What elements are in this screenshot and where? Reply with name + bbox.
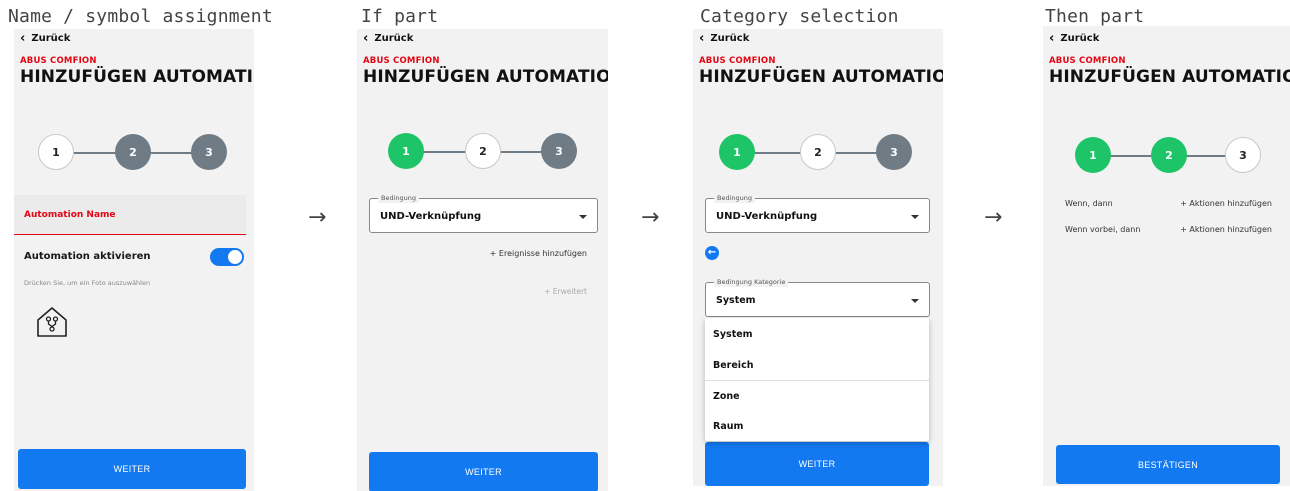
screen-then-part: ‹ Zurück ABUS COMFION HINZUFÜGEN AUTOMAT…	[1043, 26, 1290, 486]
back-label: Zurück	[1060, 33, 1100, 44]
category-select[interactable]: Bedingung Kategorie System	[705, 278, 930, 317]
when-then-label: Wenn, dann	[1065, 199, 1113, 208]
next-button[interactable]: WEITER	[705, 442, 929, 486]
flow-arrow-2: →	[641, 205, 660, 230]
step-1: 1	[1075, 137, 1111, 173]
step-1: 1	[388, 133, 424, 169]
back-button[interactable]: ‹ Zurück	[699, 30, 750, 46]
step-2: 2	[1151, 137, 1187, 173]
step-3: 3	[1225, 137, 1261, 173]
next-button[interactable]: WEITER	[369, 452, 598, 491]
screen-if-part: ‹ Zurück ABUS COMFION HINZUFÜGEN AUTOMAT…	[357, 29, 608, 491]
chevron-left-icon: ‹	[20, 30, 26, 46]
automation-name-label: Automation Name	[24, 210, 116, 220]
next-button[interactable]: WEITER	[18, 449, 246, 489]
caption-name-symbol: Name / symbol assignment	[8, 6, 273, 27]
add-events-link[interactable]: + Ereignisse hinzufügen	[490, 249, 587, 258]
page-title: HINZUFÜGEN AUTOMATION	[20, 67, 254, 87]
menu-item-zone[interactable]: Zone	[705, 381, 929, 411]
page-title: HINZUFÜGEN AUTOMATION	[363, 67, 608, 87]
photo-hint: Drücken Sie, um ein Foto auszuwählen	[24, 279, 151, 287]
add-actions-link[interactable]: + Aktionen hinzufügen	[1180, 199, 1272, 208]
automation-name-field[interactable]: Automation Name	[14, 195, 246, 235]
chevron-left-icon: ‹	[699, 30, 705, 46]
condition-legend: Bedingung	[714, 194, 756, 203]
menu-item-raum[interactable]: Raum	[705, 411, 929, 441]
step-indicator: 1 2 3	[693, 134, 943, 172]
step-indicator: 1 2 3	[357, 133, 608, 171]
step-2: 2	[115, 134, 151, 170]
step-3: 3	[541, 133, 577, 169]
step-3: 3	[876, 134, 912, 170]
toggle-label: Automation aktivieren	[24, 251, 151, 262]
arrow-left-circle-icon[interactable]: ←	[705, 246, 719, 260]
confirm-button[interactable]: BESTÄTIGEN	[1056, 445, 1280, 484]
caption-then-part: Then part	[1045, 6, 1145, 27]
extended-link[interactable]: + Erweitert	[544, 287, 587, 296]
step-indicator: 1 2 3	[1043, 137, 1290, 175]
caret-down-icon	[911, 215, 919, 219]
menu-item-system[interactable]: System	[705, 318, 929, 350]
step-1: 1	[38, 134, 74, 170]
brand-label: ABUS COMFION	[699, 56, 776, 66]
toggle-knob	[228, 250, 242, 264]
step-2: 2	[800, 134, 836, 170]
condition-select[interactable]: Bedingung UND-Verknüpfung	[369, 194, 598, 233]
step-3: 3	[191, 134, 227, 170]
when-over-then-label: Wenn vorbei, dann	[1065, 225, 1141, 234]
screen-category-selection: ‹ Zurück ABUS COMFION HINZUFÜGEN AUTOMAT…	[693, 29, 943, 486]
category-dropdown-menu: System Bereich Zone Raum	[705, 318, 929, 441]
menu-item-bereich[interactable]: Bereich	[705, 350, 929, 380]
back-label: Zurück	[710, 33, 750, 44]
condition-legend: Bedingung	[378, 194, 420, 203]
automation-active-toggle[interactable]	[210, 248, 244, 266]
chevron-left-icon: ‹	[1049, 30, 1055, 46]
chevron-left-icon: ‹	[363, 30, 369, 46]
condition-value: UND-Verknüpfung	[380, 211, 482, 222]
caption-category-selection: Category selection	[700, 6, 899, 27]
back-button[interactable]: ‹ Zurück	[20, 30, 71, 46]
condition-value: UND-Verknüpfung	[716, 211, 818, 222]
screen-name-symbol: ‹ Zurück ABUS COMFION HINZUFÜGEN AUTOMAT…	[14, 29, 254, 491]
step-2: 2	[465, 133, 501, 169]
caption-if-part: If part	[361, 6, 439, 27]
house-network-icon[interactable]	[36, 306, 68, 338]
step-1: 1	[719, 134, 755, 170]
caret-down-icon	[579, 215, 587, 219]
brand-label: ABUS COMFION	[20, 56, 97, 66]
step-indicator: 1 2 3	[14, 134, 254, 172]
flow-arrow-1: →	[308, 205, 327, 230]
back-label: Zurück	[31, 33, 71, 44]
back-button[interactable]: ‹ Zurück	[363, 30, 414, 46]
condition-select[interactable]: Bedingung UND-Verknüpfung	[705, 194, 930, 233]
page-title: HINZUFÜGEN AUTOMATION	[1049, 67, 1290, 87]
page-title: HINZUFÜGEN AUTOMATION	[699, 67, 943, 87]
back-label: Zurück	[374, 33, 414, 44]
category-value: System	[716, 295, 756, 306]
category-legend: Bedingung Kategorie	[714, 278, 789, 287]
caret-down-icon	[911, 299, 919, 303]
flow-arrow-3: →	[984, 205, 1003, 230]
brand-label: ABUS COMFION	[1049, 56, 1126, 66]
add-actions-link[interactable]: + Aktionen hinzufügen	[1180, 225, 1272, 234]
back-button[interactable]: ‹ Zurück	[1049, 30, 1100, 46]
brand-label: ABUS COMFION	[363, 56, 440, 66]
